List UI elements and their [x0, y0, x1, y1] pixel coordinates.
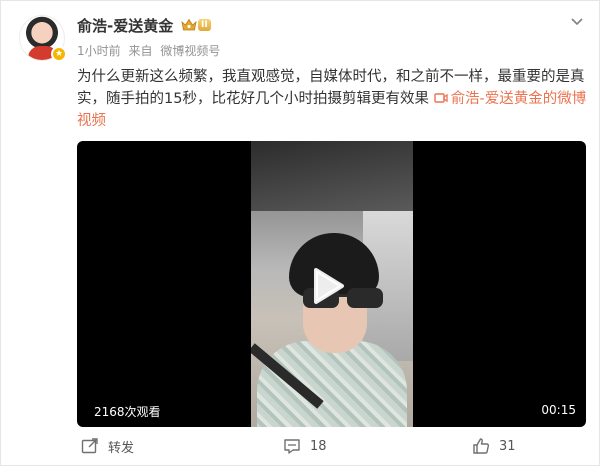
vip-level: II — [198, 19, 211, 31]
crown-icon — [181, 18, 197, 31]
post-text: 为什么更新这么频繁，我直观感觉，自媒体时代，和之前不一样，最重要的是真实，随手拍… — [77, 66, 587, 132]
view-count: 2168次观看 — [94, 405, 161, 419]
post-source[interactable]: 微博视频号 — [160, 44, 220, 58]
weibo-post-card: ★ 俞浩-爱送黄金 II 1小时前 来自 微博视频号 为什么更新这么频繁，我直观… — [0, 0, 600, 466]
chevron-down-icon[interactable] — [570, 17, 584, 27]
comment-icon — [284, 439, 300, 454]
play-icon[interactable] — [304, 264, 348, 308]
repost-icon — [81, 438, 98, 454]
like-count: 31 — [499, 438, 516, 454]
like-button[interactable]: 31 — [472, 434, 516, 458]
video-player[interactable]: 2168次观看 00:15 — [77, 141, 586, 427]
vip-badge[interactable]: II — [179, 17, 215, 33]
repost-label: 转发 — [108, 440, 135, 456]
post-time[interactable]: 1小时前 — [77, 44, 121, 58]
verified-badge-icon: ★ — [51, 46, 67, 62]
like-icon — [473, 438, 490, 454]
post-meta: 1小时前 来自 微博视频号 — [77, 42, 220, 59]
video-duration: 00:15 — [541, 403, 576, 417]
username-link[interactable]: 俞浩-爱送黄金 — [77, 15, 173, 36]
comment-button[interactable]: 18 — [283, 434, 327, 458]
comment-count: 18 — [310, 438, 327, 454]
source-prefix: 来自 — [128, 44, 153, 58]
person-shirt — [257, 341, 407, 427]
car-roof — [251, 141, 413, 211]
repost-button[interactable]: 转发 — [81, 434, 134, 458]
video-icon — [433, 93, 448, 103]
